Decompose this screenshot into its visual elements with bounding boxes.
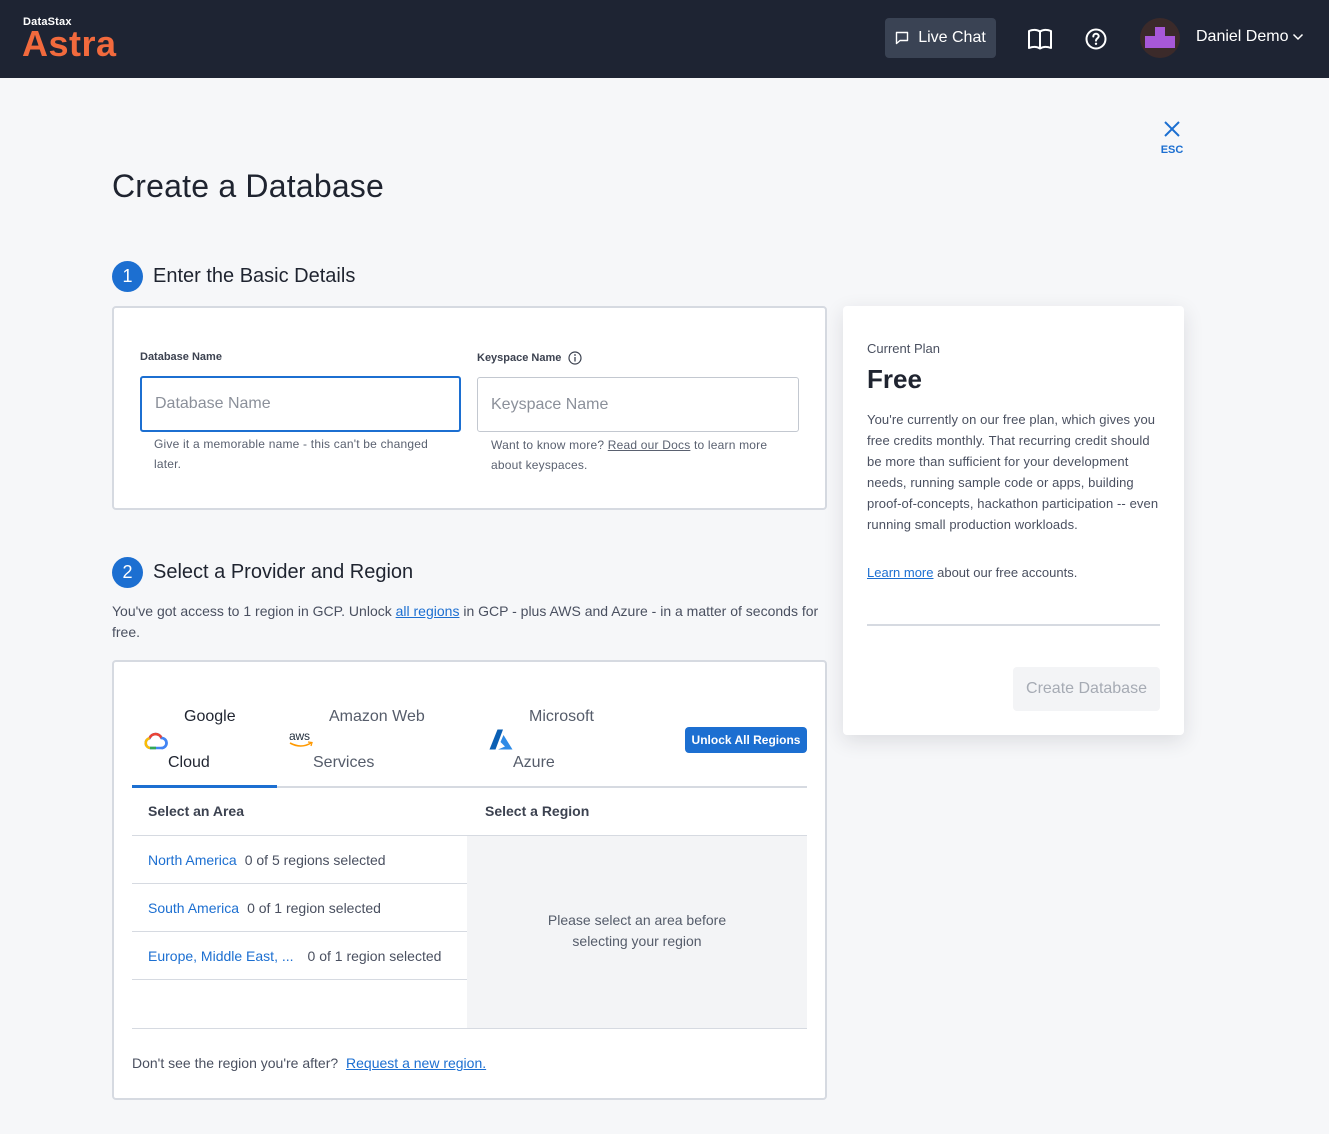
database-name-helper: Give it a memorable name - this can't be…: [154, 437, 429, 471]
help-icon[interactable]: [1083, 26, 1109, 52]
create-database-button[interactable]: Create Database: [1013, 667, 1160, 711]
current-plan-card: Current Plan Free You're currently on ou…: [843, 306, 1184, 735]
row-divider: [132, 979, 467, 980]
keyspace-name-label: Keyspace Name: [477, 352, 562, 364]
close-button[interactable]: ESC: [1158, 120, 1186, 156]
chevron-down-icon: [1293, 33, 1304, 41]
step-title: Enter the Basic Details: [153, 265, 356, 287]
tab-label-line2: Azure: [513, 754, 555, 771]
area-count: 0 of 1 region selected: [247, 900, 381, 916]
step-number: 2: [112, 557, 143, 588]
keyspace-helper-before: Want to know more?: [491, 438, 605, 452]
area-column-header: Select an Area: [148, 803, 244, 819]
keyspace-name-input[interactable]: [477, 377, 799, 432]
region-intro-before: You've got access to 1 region in GCP. Un…: [112, 603, 392, 619]
close-icon: [1164, 121, 1180, 137]
request-region-link[interactable]: Request a new region.: [346, 1055, 486, 1071]
unlock-all-regions-button[interactable]: Unlock All Regions: [685, 727, 807, 753]
step-2-heading: 2 Select a Provider and Region: [112, 557, 413, 588]
plan-name: Free: [867, 364, 922, 394]
tab-label-line2: Cloud: [168, 754, 210, 771]
learn-more-link[interactable]: Learn more: [867, 565, 933, 580]
tab-azure[interactable]: Microsoft Azure: [485, 700, 625, 788]
brand-logo[interactable]: Astra: [22, 24, 117, 64]
database-name-input[interactable]: [140, 376, 461, 432]
user-name: Daniel Demo: [1196, 28, 1289, 45]
region-empty-message: Please select an area before selecting y…: [547, 912, 727, 949]
learn-more-after: about our free accounts.: [937, 565, 1078, 580]
aws-icon: aws: [289, 729, 315, 749]
docs-book-icon[interactable]: [1027, 26, 1053, 52]
step-1-heading: 1 Enter the Basic Details: [112, 261, 355, 292]
region-column-header: Select a Region: [485, 803, 590, 819]
area-count: 0 of 5 regions selected: [244, 852, 386, 868]
tab-google-cloud[interactable]: Google Cloud: [132, 700, 277, 788]
google-cloud-icon: [144, 732, 168, 750]
tab-label-line2: Services: [313, 754, 375, 771]
plan-divider: [867, 624, 1160, 626]
all-regions-link[interactable]: all regions: [396, 603, 460, 619]
area-name: North America: [148, 852, 237, 868]
table-bottom-divider: [132, 1028, 807, 1029]
request-region-text: Don't see the region you're after?: [132, 1055, 339, 1071]
active-tab-indicator: [132, 785, 277, 788]
close-label: ESC: [1160, 144, 1184, 156]
step-title: Select a Provider and Region: [153, 561, 414, 583]
tab-label-line1: Google: [184, 708, 236, 725]
tab-aws[interactable]: Amazon Web aws Services: [285, 700, 465, 788]
current-plan-label: Current Plan: [867, 341, 940, 356]
avatar[interactable]: [1140, 18, 1180, 58]
page-title: Create a Database: [112, 168, 385, 204]
area-row-emea[interactable]: Europe, Middle East, ... 0 of 1 region s…: [132, 932, 467, 980]
azure-icon: [489, 729, 513, 750]
area-count: 0 of 1 region selected: [307, 948, 442, 964]
tab-label-line1: Amazon Web: [329, 708, 425, 725]
keyspace-name-label-wrap: Keyspace Name: [477, 351, 582, 365]
step-number: 1: [112, 261, 143, 292]
plan-learn-more: Learn more about our free accounts.: [867, 565, 1077, 580]
area-name: Europe, Middle East, ...: [148, 948, 294, 964]
database-name-label: Database Name: [140, 351, 222, 363]
region-panel: Please select an area before selecting y…: [467, 836, 807, 1028]
area-name: South America: [148, 900, 240, 916]
live-chat-button[interactable]: Live Chat: [885, 18, 996, 58]
region-intro: You've got access to 1 region in GCP. Un…: [112, 601, 828, 643]
user-menu[interactable]: Daniel Demo: [1196, 28, 1304, 46]
read-docs-link[interactable]: Read our Docs: [608, 438, 691, 452]
top-nav-bar: DataStax Astra Live Chat Daniel Demo: [0, 0, 1329, 78]
request-region-note: Don't see the region you're after? Reque…: [132, 1055, 486, 1071]
info-icon[interactable]: [568, 351, 582, 365]
tab-label-line1: Microsoft: [529, 708, 594, 725]
area-row-south-america[interactable]: South America 0 of 1 region selected: [132, 884, 467, 932]
chat-icon: [896, 31, 909, 45]
plan-description: You're currently on our free plan, which…: [867, 412, 1159, 532]
area-row-north-america[interactable]: North America 0 of 5 regions selected: [132, 836, 467, 884]
keyspace-helper: Want to know more? Read our Docs to lear…: [491, 435, 791, 475]
live-chat-label: Live Chat: [918, 29, 986, 46]
